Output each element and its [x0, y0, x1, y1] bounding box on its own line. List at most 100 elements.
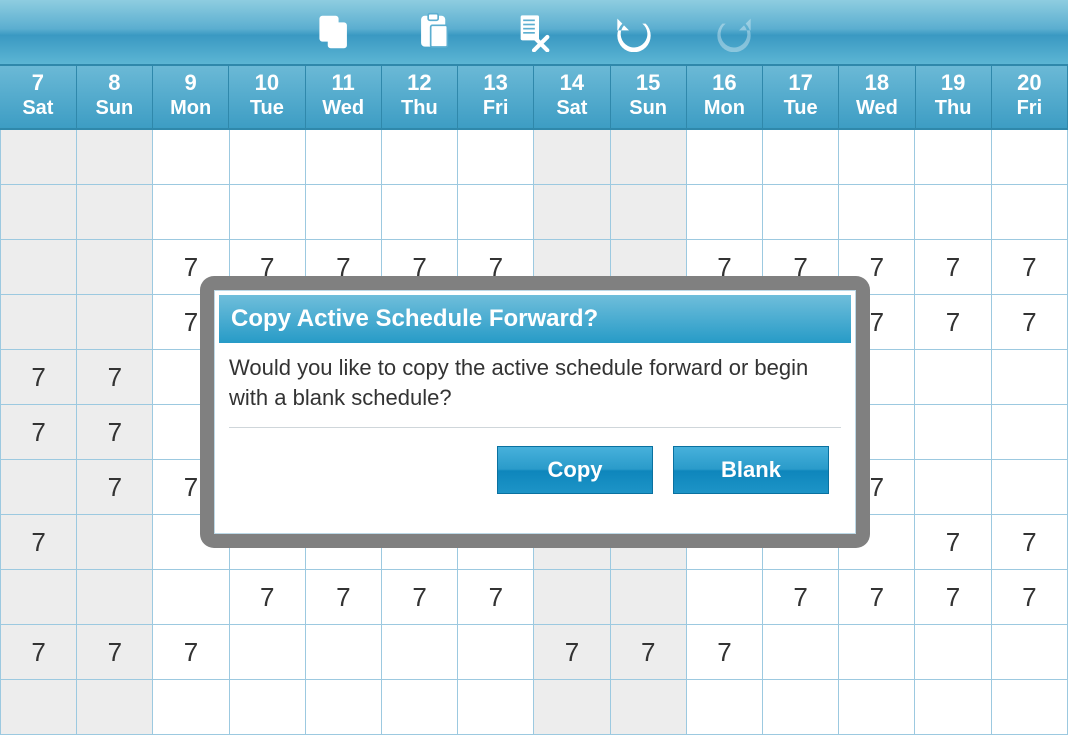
header-day[interactable]: 10Tue	[229, 66, 305, 128]
schedule-cell[interactable]	[610, 185, 686, 240]
schedule-cell[interactable]	[991, 680, 1067, 735]
header-day[interactable]: 20Fri	[991, 66, 1067, 128]
header-day[interactable]: 11Wed	[305, 66, 381, 128]
schedule-cell[interactable]	[229, 625, 305, 680]
schedule-cell[interactable]	[915, 405, 991, 460]
schedule-cell[interactable]	[77, 129, 153, 185]
schedule-cell[interactable]	[839, 129, 915, 185]
schedule-cell[interactable]	[382, 625, 458, 680]
header-day[interactable]: 16Mon	[686, 66, 762, 128]
paste-icon[interactable]	[414, 12, 454, 52]
schedule-cell[interactable]	[1, 295, 77, 350]
schedule-cell[interactable]: 7	[610, 625, 686, 680]
schedule-cell[interactable]: 7	[763, 570, 839, 625]
schedule-cell[interactable]	[991, 129, 1067, 185]
schedule-cell[interactable]	[77, 515, 153, 570]
schedule-cell[interactable]: 7	[534, 625, 610, 680]
schedule-cell[interactable]	[77, 295, 153, 350]
header-day[interactable]: 18Wed	[839, 66, 915, 128]
schedule-cell[interactable]	[915, 625, 991, 680]
schedule-cell[interactable]: 7	[686, 625, 762, 680]
blank-button[interactable]: Blank	[673, 446, 829, 494]
schedule-cell[interactable]	[686, 129, 762, 185]
schedule-cell[interactable]	[763, 185, 839, 240]
schedule-cell[interactable]	[991, 350, 1067, 405]
schedule-cell[interactable]	[153, 680, 229, 735]
schedule-cell[interactable]	[915, 460, 991, 515]
schedule-cell[interactable]	[382, 680, 458, 735]
schedule-cell[interactable]	[534, 185, 610, 240]
schedule-cell[interactable]: 7	[77, 625, 153, 680]
schedule-cell[interactable]	[153, 570, 229, 625]
schedule-cell[interactable]	[305, 185, 381, 240]
copy-icon[interactable]	[314, 12, 354, 52]
schedule-cell[interactable]	[839, 625, 915, 680]
schedule-cell[interactable]	[153, 185, 229, 240]
schedule-cell[interactable]	[610, 680, 686, 735]
header-day[interactable]: 8Sun	[76, 66, 152, 128]
schedule-cell[interactable]	[915, 350, 991, 405]
schedule-cell[interactable]	[686, 570, 762, 625]
schedule-cell[interactable]	[1, 240, 77, 295]
header-day[interactable]: 9Mon	[153, 66, 229, 128]
schedule-cell[interactable]: 7	[915, 515, 991, 570]
schedule-cell[interactable]: 7	[1, 405, 77, 460]
schedule-cell[interactable]	[382, 185, 458, 240]
schedule-cell[interactable]	[610, 570, 686, 625]
schedule-cell[interactable]	[77, 185, 153, 240]
schedule-cell[interactable]: 7	[1, 350, 77, 405]
schedule-cell[interactable]	[305, 680, 381, 735]
schedule-cell[interactable]	[839, 680, 915, 735]
schedule-cell[interactable]	[77, 240, 153, 295]
schedule-cell[interactable]	[763, 129, 839, 185]
schedule-cell[interactable]	[915, 129, 991, 185]
schedule-cell[interactable]	[229, 185, 305, 240]
schedule-cell[interactable]	[1, 185, 77, 240]
schedule-cell[interactable]	[991, 185, 1067, 240]
schedule-cell[interactable]	[991, 405, 1067, 460]
schedule-cell[interactable]: 7	[991, 515, 1067, 570]
undo-icon[interactable]	[614, 12, 654, 52]
schedule-cell[interactable]	[153, 129, 229, 185]
schedule-cell[interactable]	[458, 625, 534, 680]
schedule-cell[interactable]	[458, 129, 534, 185]
schedule-cell[interactable]: 7	[839, 570, 915, 625]
schedule-cell[interactable]	[763, 625, 839, 680]
delete-icon[interactable]	[514, 12, 554, 52]
schedule-cell[interactable]	[534, 129, 610, 185]
schedule-cell[interactable]	[382, 129, 458, 185]
schedule-cell[interactable]	[534, 570, 610, 625]
schedule-cell[interactable]: 7	[458, 570, 534, 625]
schedule-cell[interactable]: 7	[915, 240, 991, 295]
schedule-cell[interactable]	[1, 680, 77, 735]
schedule-cell[interactable]	[991, 460, 1067, 515]
header-day[interactable]: 19Thu	[915, 66, 991, 128]
schedule-cell[interactable]: 7	[153, 625, 229, 680]
schedule-cell[interactable]	[77, 680, 153, 735]
schedule-cell[interactable]	[77, 570, 153, 625]
schedule-cell[interactable]	[458, 185, 534, 240]
schedule-cell[interactable]: 7	[305, 570, 381, 625]
header-day[interactable]: 15Sun	[610, 66, 686, 128]
header-day[interactable]: 12Thu	[381, 66, 457, 128]
schedule-cell[interactable]	[915, 185, 991, 240]
header-day[interactable]: 17Tue	[763, 66, 839, 128]
schedule-cell[interactable]	[915, 680, 991, 735]
schedule-cell[interactable]	[1, 570, 77, 625]
schedule-cell[interactable]	[686, 680, 762, 735]
schedule-cell[interactable]: 7	[77, 460, 153, 515]
schedule-cell[interactable]: 7	[991, 570, 1067, 625]
schedule-cell[interactable]: 7	[1, 625, 77, 680]
schedule-cell[interactable]	[1, 129, 77, 185]
header-day[interactable]: 13Fri	[458, 66, 534, 128]
schedule-cell[interactable]: 7	[915, 570, 991, 625]
header-day[interactable]: 7Sat	[0, 66, 76, 128]
schedule-cell[interactable]	[229, 680, 305, 735]
schedule-cell[interactable]	[534, 680, 610, 735]
schedule-cell[interactable]: 7	[382, 570, 458, 625]
schedule-cell[interactable]	[763, 680, 839, 735]
schedule-cell[interactable]: 7	[77, 405, 153, 460]
header-day[interactable]: 14Sat	[534, 66, 610, 128]
schedule-cell[interactable]	[686, 185, 762, 240]
schedule-cell[interactable]: 7	[991, 240, 1067, 295]
